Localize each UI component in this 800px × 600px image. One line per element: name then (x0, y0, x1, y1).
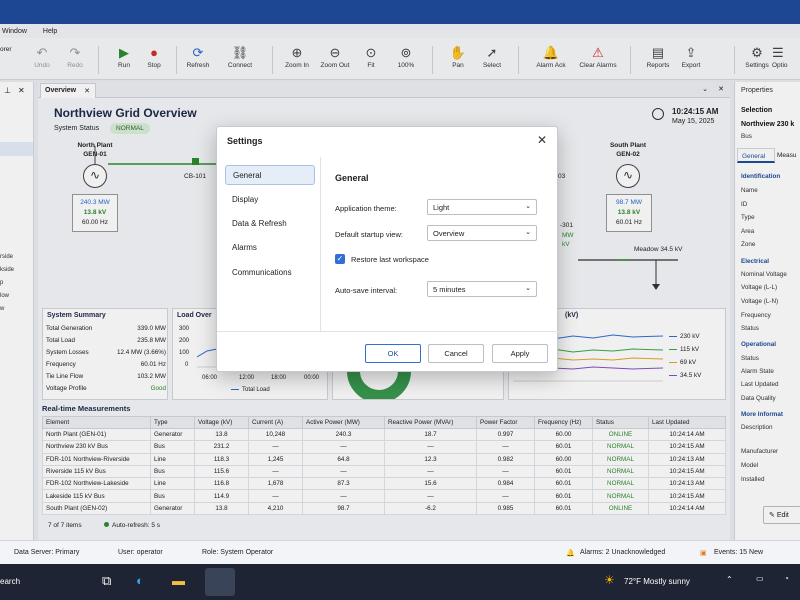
nav-display[interactable]: Display (225, 190, 315, 210)
data-server-status: Data Server: Primary (14, 549, 80, 556)
nav-data-refresh[interactable]: Data & Refresh (225, 214, 315, 234)
chevron-down-icon: ⌄ (525, 203, 531, 210)
restore-workspace-label[interactable]: Restore last workspace (351, 255, 429, 264)
alarms-status[interactable]: Alarms: 2 Unacknowledged (580, 549, 665, 556)
cancel-button[interactable]: Cancel (428, 344, 484, 363)
events-icon[interactable]: ▣ (700, 549, 707, 557)
autosave-select[interactable]: 5 minutes ⌄ (427, 281, 537, 297)
display-icon[interactable]: ▭ (756, 574, 764, 583)
dialog-footer: OK Cancel Apply (217, 331, 559, 373)
taskbar: earch ⧉ ◐ ▬ ☀ 72°F Mostly sunny ⌃ ▭ ◔ (0, 564, 800, 600)
startup-view-select[interactable]: Overview ⌄ (427, 225, 537, 241)
alarm-bell-icon[interactable]: 🔔 (566, 549, 575, 557)
weather-icon: ☀ (604, 573, 615, 587)
chevron-down-icon: ⌄ (525, 229, 531, 236)
search-box[interactable]: earch (0, 577, 20, 586)
role-status: Role: System Operator (202, 549, 274, 556)
chevron-down-icon: ⌄ (525, 285, 531, 292)
events-status[interactable]: Events: 15 New (714, 549, 763, 556)
settings-nav: General Display Data & Refresh Alarms Co… (217, 157, 321, 331)
startup-view-label: Default startup view: (335, 230, 403, 239)
ok-button[interactable]: OK (365, 344, 421, 363)
apply-button[interactable]: Apply (492, 344, 548, 363)
section-title: General (335, 173, 369, 183)
app-taskbar-icon[interactable] (205, 568, 235, 596)
folder-icon[interactable]: ▬ (172, 573, 185, 588)
chevron-up-icon[interactable]: ⌃ (726, 575, 733, 584)
browser-icon[interactable]: ◐ (136, 573, 144, 588)
settings-body: General Application theme: Light ⌄ Defaul… (321, 157, 559, 331)
wifi-icon[interactable]: ◔ (784, 574, 789, 583)
nav-general[interactable]: General (225, 165, 315, 185)
nav-alarms[interactable]: Alarms (225, 238, 315, 258)
nav-communications[interactable]: Communications (225, 263, 315, 283)
theme-label: Application theme: (335, 204, 397, 213)
dialog-title: Settings (227, 136, 263, 146)
autosave-label: Auto-save interval: (335, 286, 398, 295)
weather-text[interactable]: 72°F Mostly sunny (624, 577, 690, 586)
task-view-icon[interactable]: ⧉ (102, 573, 111, 589)
close-icon[interactable]: ✕ (537, 133, 547, 147)
status-bar: Data Server: Primary User: operator Role… (0, 540, 800, 564)
restore-workspace-checkbox[interactable]: ✓ (335, 254, 345, 264)
user-status: User: operator (118, 549, 163, 556)
theme-select[interactable]: Light ⌄ (427, 199, 537, 215)
settings-dialog: Settings ✕ General Display Data & Refres… (216, 126, 559, 373)
